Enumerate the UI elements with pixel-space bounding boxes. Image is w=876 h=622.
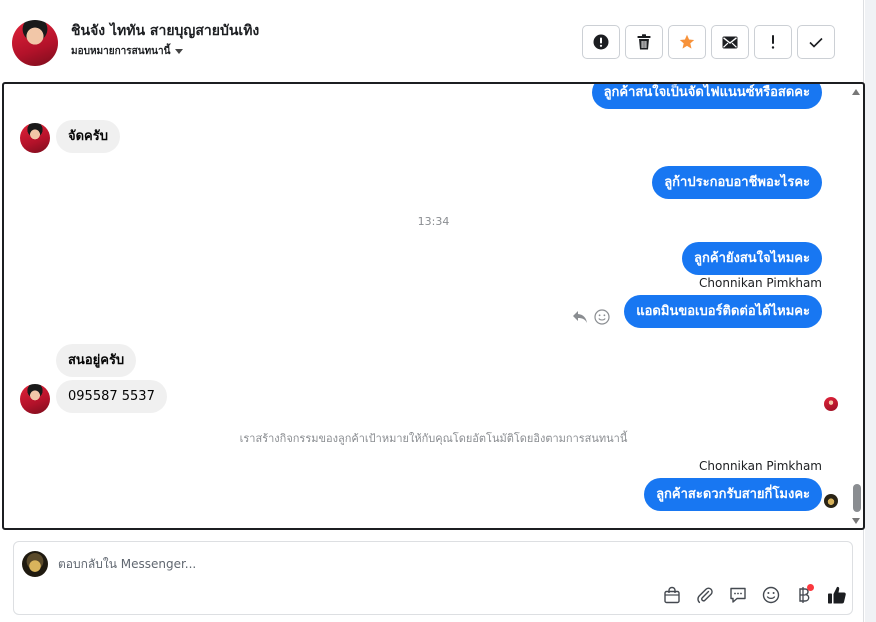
- message-bubble-outgoing[interactable]: ลูกค้าสนใจเป็นจัดไฟแนนซ์หรือสดคะ: [591, 84, 822, 109]
- scroll-up-arrow-icon[interactable]: [852, 89, 860, 95]
- contact-avatar-small: [20, 384, 50, 414]
- star-button[interactable]: [668, 25, 706, 59]
- mark-done-button[interactable]: [797, 25, 835, 59]
- check-icon: [809, 37, 823, 48]
- paperclip-icon: [697, 587, 713, 604]
- saved-replies-button[interactable]: [727, 584, 749, 606]
- like-button[interactable]: [826, 584, 848, 606]
- caret-down-icon: [175, 48, 184, 54]
- emoji-reaction-icon[interactable]: [594, 309, 610, 325]
- message-bubble-incoming[interactable]: จัดครับ: [56, 120, 120, 153]
- message-bubble-outgoing[interactable]: ลูก้าประกอบอาชีพอะไรคะ: [652, 166, 822, 199]
- chat-bubble-icon: [730, 587, 746, 603]
- smiley-icon: [762, 586, 780, 604]
- delete-button[interactable]: [625, 25, 663, 59]
- contact-avatar-small: [20, 123, 50, 153]
- assign-label: มอบหมายการสนทนานี้: [71, 46, 171, 57]
- system-note: เราสร้างกิจกรรมของลูกค้าเป้าหมายให้กับคุ…: [239, 432, 628, 445]
- exclamation-icon: [771, 35, 775, 49]
- message-sender-name: Chonnikan Pimkham: [699, 459, 822, 473]
- reply-input[interactable]: ตอบกลับใน Messenger...: [58, 555, 658, 574]
- mark-unread-button[interactable]: [711, 25, 749, 59]
- message-bubble-outgoing[interactable]: แอดมินขอเบอร์ติดต่อได้ไหมคะ: [624, 295, 822, 328]
- message-bubble-incoming[interactable]: 095587 5537: [56, 380, 167, 413]
- seen-by-contact-avatar: [824, 397, 838, 411]
- assign-conversation-dropdown[interactable]: มอบหมายการสนทนานี้: [71, 44, 184, 59]
- shopping-bag-icon: [664, 586, 680, 604]
- emoji-button[interactable]: [760, 584, 782, 606]
- reply-icon[interactable]: [572, 310, 588, 324]
- scrollbar[interactable]: [851, 84, 863, 528]
- message-sender-name: Chonnikan Pimkham: [699, 276, 822, 290]
- message-bubble-outgoing[interactable]: ลูกค้ายังสนใจไหมคะ: [682, 242, 822, 275]
- inbox-thread-pane: ชินจัง ไททัน สายบุญสายบันเทิง มอบหมายการ…: [0, 0, 865, 622]
- thread-toolbar: [582, 25, 835, 59]
- follow-up-button[interactable]: [754, 25, 792, 59]
- contact-avatar[interactable]: [12, 20, 58, 66]
- message-bubble-outgoing[interactable]: ลูกค้าสะดวกรับสายกี่โมงคะ: [644, 478, 822, 511]
- reply-composer: ตอบกลับใน Messenger...: [13, 541, 853, 615]
- attach-button[interactable]: [694, 584, 716, 606]
- payment-button[interactable]: [793, 584, 815, 606]
- message-bubble-incoming[interactable]: สนอยู่ครับ: [56, 344, 137, 377]
- seen-by-page-avatar: [824, 494, 838, 508]
- message-list[interactable]: ลูกค้าสนใจเป็นจัดไฟแนนซ์หรือสดคะ จัดครับ…: [2, 82, 865, 530]
- message-actions: [572, 309, 610, 325]
- trash-icon: [637, 34, 651, 50]
- scrollbar-thumb[interactable]: [853, 484, 861, 512]
- composer-tools: [661, 584, 848, 606]
- envelope-icon: [722, 36, 738, 48]
- message-timestamp: 13:34: [417, 215, 450, 228]
- thread-header: ชินจัง ไททัน สายบุญสายบันเทิง มอบหมายการ…: [0, 0, 864, 82]
- shop-button[interactable]: [661, 584, 683, 606]
- star-icon: [679, 34, 695, 49]
- page-edge: [865, 0, 876, 622]
- notification-dot: [807, 584, 814, 591]
- page-avatar: [22, 551, 48, 577]
- thumbs-up-icon: [828, 586, 846, 604]
- scroll-down-arrow-icon[interactable]: [852, 518, 860, 524]
- alert-circle-icon: [593, 34, 609, 50]
- contact-name[interactable]: ชินจัง ไททัน สายบุญสายบันเทิง: [71, 20, 259, 42]
- report-spam-button[interactable]: [582, 25, 620, 59]
